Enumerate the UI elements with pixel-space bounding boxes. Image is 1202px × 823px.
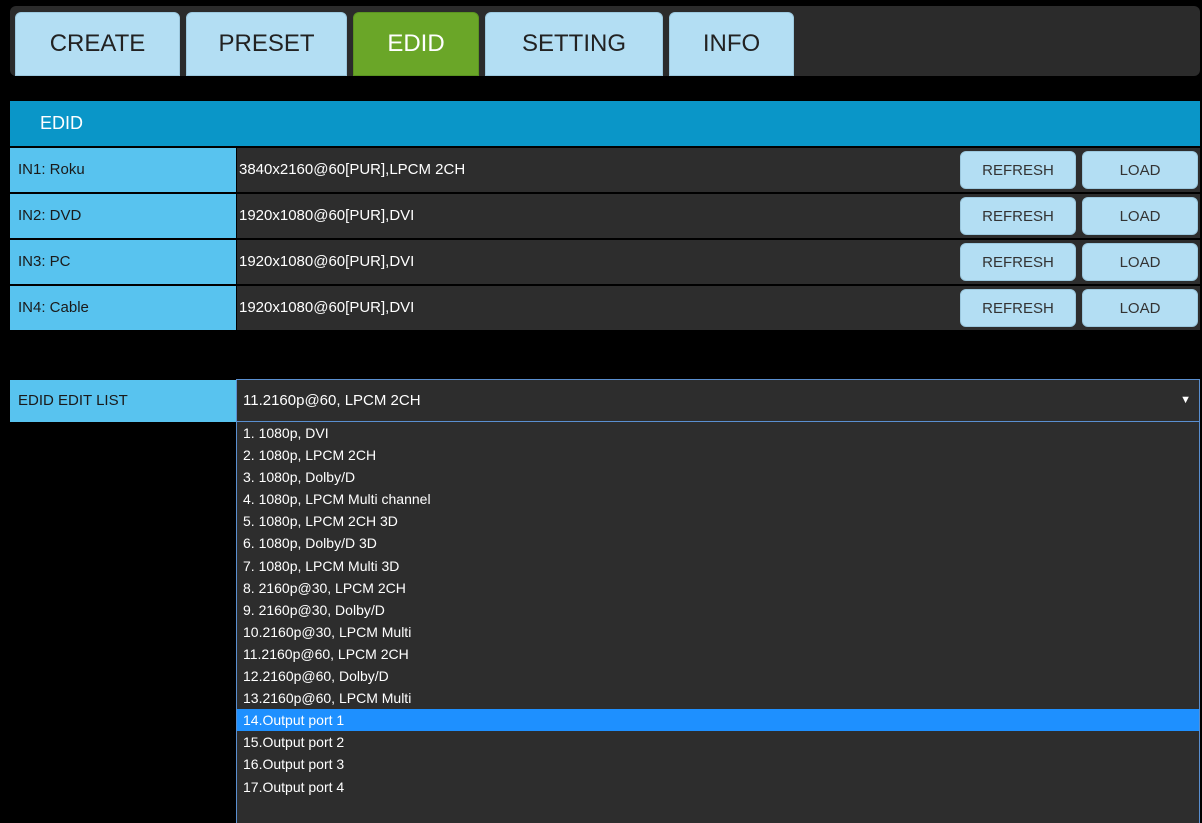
- dropdown-option[interactable]: 3. 1080p, Dolby/D: [237, 466, 1199, 488]
- refresh-button[interactable]: REFRESH: [960, 197, 1076, 235]
- input-label: IN1: Roku: [10, 148, 236, 192]
- load-button[interactable]: LOAD: [1082, 243, 1198, 281]
- dropdown-option[interactable]: 2. 1080p, LPCM 2CH: [237, 444, 1199, 466]
- dropdown-option[interactable]: 6. 1080p, Dolby/D 3D: [237, 532, 1199, 554]
- edid-edit-list-label: EDID EDIT LIST: [10, 380, 236, 422]
- dropdown-option[interactable]: 4. 1080p, LPCM Multi channel: [237, 488, 1199, 510]
- dropdown-option[interactable]: 9. 2160p@30, Dolby/D: [237, 599, 1199, 621]
- edid-edit-list-select[interactable]: 11.2160p@60, LPCM 2CH ▼: [236, 379, 1200, 422]
- input-label: IN4: Cable: [10, 286, 236, 330]
- load-button[interactable]: LOAD: [1082, 197, 1198, 235]
- dropdown-option[interactable]: 11.2160p@60, LPCM 2CH: [237, 643, 1199, 665]
- dropdown-option[interactable]: 16.Output port 3: [237, 753, 1199, 775]
- tab-info[interactable]: INFO: [669, 12, 794, 76]
- dropdown-option[interactable]: 7. 1080p, LPCM Multi 3D: [237, 555, 1199, 577]
- section-header-edid: EDID: [10, 101, 1200, 146]
- dropdown-option[interactable]: 1. 1080p, DVI: [237, 422, 1199, 444]
- selected-value: 11.2160p@60, LPCM 2CH: [243, 392, 421, 409]
- refresh-button[interactable]: REFRESH: [960, 289, 1076, 327]
- tab-bar: CREATE PRESET EDID SETTING INFO: [10, 6, 1200, 76]
- edid-options-dropdown[interactable]: 1. 1080p, DVI 2. 1080p, LPCM 2CH 3. 1080p,…: [236, 422, 1200, 823]
- input-row-2: IN2: DVD 1920x1080@60[PUR],DVI REFRESH L…: [10, 194, 1200, 238]
- input-row-4: IN4: Cable 1920x1080@60[PUR],DVI REFRESH…: [10, 286, 1200, 330]
- tab-edid[interactable]: EDID: [353, 12, 479, 76]
- chevron-down-icon[interactable]: ▼: [1180, 380, 1191, 421]
- dropdown-option[interactable]: 5. 1080p, LPCM 2CH 3D: [237, 510, 1199, 532]
- dropdown-option[interactable]: 17.Output port 4: [237, 776, 1199, 798]
- input-row-1: IN1: Roku 3840x2160@60[PUR],LPCM 2CH REF…: [10, 148, 1200, 192]
- dropdown-option[interactable]: 14.Output port 1: [237, 709, 1199, 732]
- load-button[interactable]: LOAD: [1082, 151, 1198, 189]
- dropdown-option[interactable]: 15.Output port 2: [237, 731, 1199, 753]
- load-button[interactable]: LOAD: [1082, 289, 1198, 327]
- tab-create[interactable]: CREATE: [15, 12, 180, 76]
- dropdown-option[interactable]: 10.2160p@30, LPCM Multi: [237, 621, 1199, 643]
- refresh-button[interactable]: REFRESH: [960, 151, 1076, 189]
- tab-setting[interactable]: SETTING: [485, 12, 663, 76]
- dropdown-option[interactable]: 12.2160p@60, Dolby/D: [237, 665, 1199, 687]
- input-label: IN3: PC: [10, 240, 236, 284]
- dropdown-option[interactable]: 8. 2160p@30, LPCM 2CH: [237, 577, 1199, 599]
- refresh-button[interactable]: REFRESH: [960, 243, 1076, 281]
- dropdown-option[interactable]: 13.2160p@60, LPCM Multi: [237, 687, 1199, 709]
- tab-preset[interactable]: PRESET: [186, 12, 347, 76]
- input-row-3: IN3: PC 1920x1080@60[PUR],DVI REFRESH LO…: [10, 240, 1200, 284]
- input-label: IN2: DVD: [10, 194, 236, 238]
